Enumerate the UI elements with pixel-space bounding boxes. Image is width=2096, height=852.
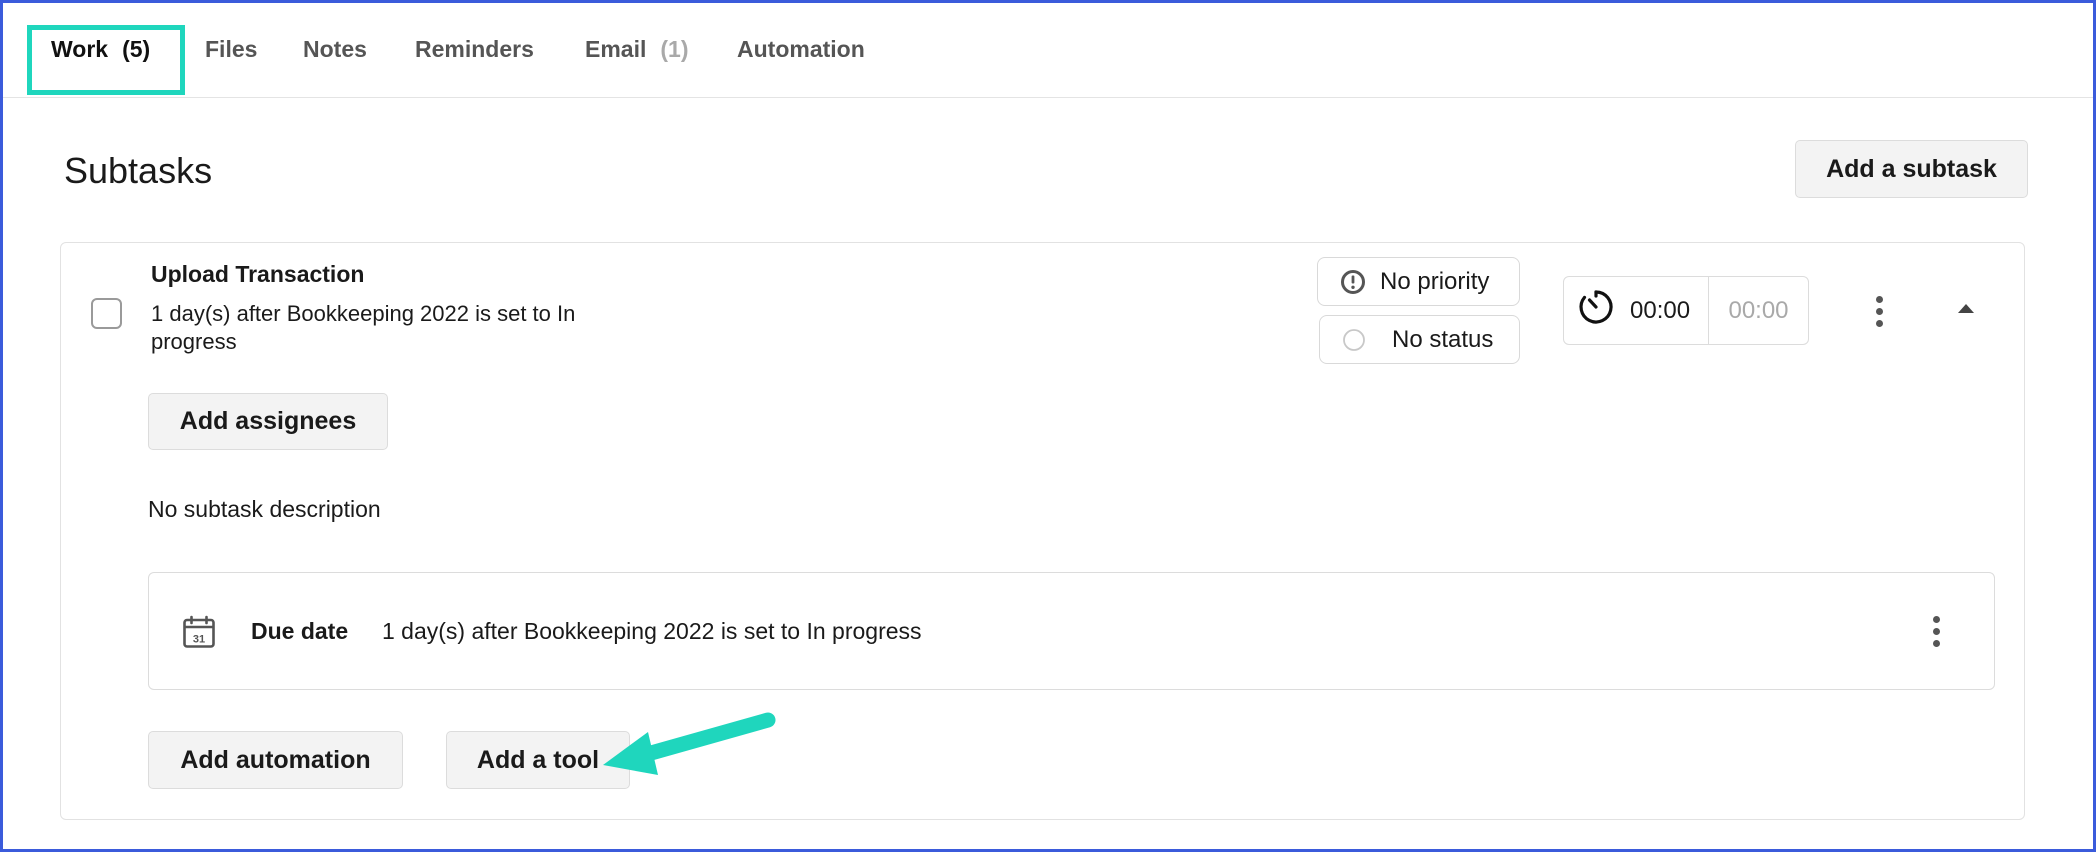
tab-reminders[interactable]: Reminders — [415, 3, 534, 95]
tab-label: Reminders — [415, 35, 534, 62]
tab-count: (1) — [660, 35, 689, 62]
due-date-label: Due date — [251, 618, 349, 644]
tab-email[interactable]: Email (1) — [585, 3, 689, 95]
timer-estimate[interactable]: 00:00 — [1709, 277, 1808, 344]
due-date-value: 1 day(s) after Bookkeeping 2022 is set t… — [382, 618, 922, 644]
tab-bar: Work (5) Files Notes Reminders Email (1)… — [3, 3, 2093, 98]
tab-label: Files — [205, 35, 258, 62]
tab-highlight-box — [27, 25, 185, 95]
page-title: Subtasks — [64, 150, 213, 191]
empty-circle-icon — [1342, 328, 1366, 352]
calendar-icon: 31 — [182, 615, 216, 654]
subtask-trigger-text: 1 day(s) after Bookkeeping 2022 is set t… — [151, 301, 576, 354]
status-selector[interactable]: No status — [1319, 315, 1520, 364]
timer-elapsed: 00:00 — [1630, 296, 1691, 324]
add-subtask-button[interactable]: Add a subtask — [1795, 140, 2028, 198]
arrow-icon — [603, 712, 776, 775]
tab-label: Notes — [303, 35, 367, 62]
subtask-more-menu-icon[interactable] — [1876, 296, 1883, 327]
tab-automation[interactable]: Automation — [737, 3, 865, 95]
tab-notes[interactable]: Notes — [303, 3, 367, 95]
priority-label: No priority — [1380, 267, 1490, 295]
caret-up-icon[interactable] — [1958, 304, 1974, 313]
tab-label: Email — [585, 35, 647, 62]
subtask-description: No subtask description — [148, 496, 381, 522]
status-label: No status — [1392, 325, 1494, 353]
due-date-more-menu-icon[interactable] — [1933, 616, 1940, 647]
subtask-checkbox[interactable] — [91, 298, 122, 329]
timer-start-button[interactable]: 00:00 — [1564, 277, 1709, 344]
stopwatch-icon — [1576, 287, 1616, 334]
subtask-title: Upload Transaction — [151, 261, 365, 287]
priority-selector[interactable]: No priority — [1317, 257, 1520, 306]
tab-files[interactable]: Files — [205, 3, 257, 95]
due-date-row: 31 Due date 1 day(s) after Bookkeeping 2… — [148, 572, 1995, 690]
calendar-day: 31 — [193, 634, 205, 646]
exclamation-circle-icon — [1340, 269, 1366, 295]
add-automation-button[interactable]: Add automation — [148, 731, 403, 789]
time-tracker: 00:00 00:00 — [1563, 276, 1809, 345]
add-assignees-button[interactable]: Add assignees — [148, 393, 388, 450]
tab-label: Automation — [737, 35, 865, 62]
